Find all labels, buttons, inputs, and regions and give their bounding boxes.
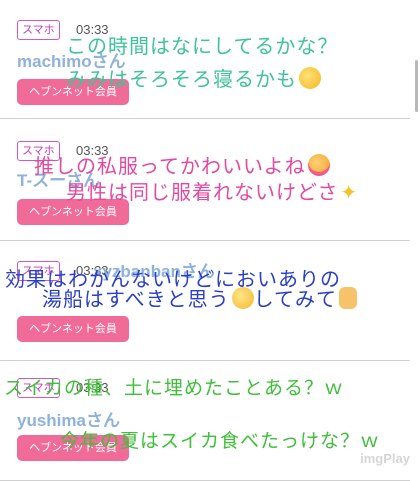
sleepy-face-icon <box>299 67 321 89</box>
scrollbar[interactable] <box>415 60 418 112</box>
smiling-face-icon <box>231 287 254 309</box>
caption-text: してみて <box>253 287 338 311</box>
caption-text: 推しの私服ってかわいいよね <box>34 154 306 178</box>
sparkles-icon: ✦ <box>340 180 359 204</box>
caption-line: 今年の夏はスイカ食べたっけな？ｗ <box>60 430 381 452</box>
device-badge: スマホ <box>17 20 60 40</box>
caption-line: 男性は同じ服着れないけどさ ✦ <box>66 176 358 205</box>
caption-line: みみはそろそろ寝るかも <box>66 63 321 92</box>
caption-line: 推しの私服ってかわいいよね <box>34 150 330 179</box>
caption-text: みみはそろそろ寝るかも <box>66 67 297 91</box>
smiling-face-with-hearts-icon <box>307 154 330 176</box>
member-badge-button[interactable]: ヘブンネット会員 <box>17 316 129 342</box>
caption-text: 湯船はすべきと思う <box>42 287 230 311</box>
post-row[interactable]: スマホ 03:33 machimoさん ヘブンネット会員 <box>0 0 410 119</box>
caption-text: 男性は同じ服着れないけどさ <box>66 180 339 204</box>
caption-line: この時間はなにしてるかな？ <box>66 34 339 58</box>
victory-hand-icon <box>339 287 358 309</box>
caption-line: 湯船はすべきと思う してみて <box>42 283 358 312</box>
watermark: imgPlay <box>360 451 410 466</box>
caption-line: スイカの種、土に埋めたことある？ｗ <box>4 377 345 399</box>
